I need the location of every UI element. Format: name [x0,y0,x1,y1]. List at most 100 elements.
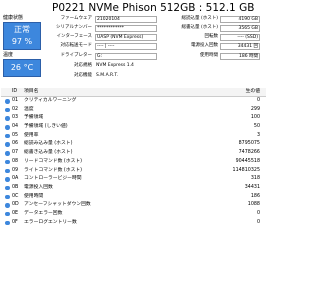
health-status-badge[interactable]: 正常 97 % [3,22,41,50]
attr-id: 0D [12,202,19,208]
attr-raw: 0 [256,210,260,216]
status-panel: 健康状態 正常 97 % 温度 26 °C [3,15,43,77]
serial-label: シリアルナンバー [56,25,92,30]
attr-name: 総書き込み量 (ホスト) [24,150,73,156]
table-row[interactable]: 08 リードコマンド数 (ホスト) 90445518 [1,158,266,167]
table-row[interactable]: 05 使用率 3 [1,132,266,141]
host-writes-label: 総書込量 (ホスト) [181,25,218,30]
table-row[interactable]: 0C 使用時間 186 [1,193,266,202]
table-row[interactable]: 07 総書き込み量 (ホスト) 7478266 [1,149,266,158]
health-percent: 97 % [11,37,33,46]
power-on-hours-label: 使用時間 [200,53,218,58]
serial-value: ************ [95,25,157,32]
attr-name: コントローラービジー時間 [24,176,82,182]
status-dot-icon [5,211,10,217]
interface-label: インターフェース [56,34,92,39]
drive-title: P0221 NVMe Phison 512GB : 512.1 GB [52,2,255,14]
power-on-hours-value: 186 時間 [220,53,260,60]
attr-id: 0E [12,210,19,216]
status-dot-icon [5,142,10,147]
attr-name: エラーログエントリー数 [24,219,77,225]
attr-id: 0B [12,184,19,190]
status-dot-icon [5,151,10,156]
table-row[interactable]: 0A コントローラービジー時間 318 [1,175,266,184]
attr-raw: 7478266 [238,150,260,156]
attr-name: 使用時間 [24,193,44,199]
table-row[interactable]: 0E データエラー回数 0 [1,210,266,219]
status-dot-icon [5,185,10,191]
attr-id: 0C [12,193,19,199]
attr-id: 0F [12,219,18,225]
health-value: 正常 [14,25,30,34]
table-row[interactable]: 03 予備領域 100 [1,114,266,123]
attr-id: 04 [12,124,19,130]
table-row[interactable]: 04 予備領域 (しきい値) 50 [1,123,266,132]
rotation-value: ---- (SSD) [220,34,260,41]
table-row[interactable]: 0D アンセーフシャットダウン回数 1088 [1,201,266,210]
attr-raw: 114810325 [232,167,260,173]
power-on-count-label: 電源投入回数 [191,43,218,48]
transfer-mode-label: 対応転送モード [60,43,93,48]
status-dot-icon [5,203,10,208]
table-row[interactable]: 0F エラーログエントリー数 0 [1,219,266,228]
table-row[interactable]: 01 クリティカルワーニング 0 [1,97,266,106]
attr-name: 電源投入回数 [24,184,53,190]
attr-name: 予備領域 (しきい値) [24,124,68,130]
table-row[interactable]: 09 ライトコマンド数 (ホスト) 114810325 [1,167,266,176]
status-dot-icon [5,99,10,104]
header-raw[interactable]: 生の値 [246,89,260,95]
attr-raw: 0 [256,98,260,103]
attr-raw: 299 [250,106,260,112]
drive-letter-value: G: [95,53,157,60]
health-label: 健康状態 [3,15,24,21]
table-row[interactable]: 06 総読み込み量 (ホスト) 8795075 [1,140,266,149]
attr-name: クリティカルワーニング [24,98,77,103]
attr-raw: 8795075 [238,141,260,147]
attr-raw: 3 [256,132,260,138]
table-header: ID 項目名 生の値 [1,88,266,97]
attr-name: 予備領域 [24,115,44,121]
attr-id: 07 [12,150,19,156]
status-dot-icon [5,220,10,226]
attr-id: 09 [12,167,19,173]
attr-id: 0A [12,176,19,182]
attr-name: リードコマンド数 (ホスト) [24,158,83,164]
attr-name: アンセーフシャットダウン回数 [24,202,91,208]
host-reads-value: 4190 GB [220,16,260,23]
table-row[interactable]: 0B 電源投入回数 34431 [1,184,266,193]
header-name[interactable]: 項目名 [24,89,38,95]
status-dot-icon [5,107,10,113]
table-body: 01 クリティカルワーニング 0 02 温度 299 03 予備領域 100 04 予備領域 (しき… [1,97,266,227]
firmware-label: ファームウェア [60,16,92,21]
status-dot-icon [5,159,10,165]
attr-id: 05 [12,132,19,138]
attr-raw: 1088 [247,202,260,208]
attr-raw: 50 [253,124,260,130]
attr-id: 06 [12,141,19,147]
status-dot-icon [5,116,10,121]
host-reads-label: 総読込量 (ホスト) [181,16,218,21]
attr-name: データエラー回数 [24,210,63,216]
attr-raw: 0 [256,219,260,225]
attr-raw: 100 [250,115,260,121]
status-dot-icon [5,125,10,130]
attr-name: 総読み込み量 (ホスト) [24,141,73,147]
status-dot-icon [5,177,10,182]
drive-letter-label: ドライブレター [60,53,93,58]
temp-label: 温度 [3,52,14,58]
attr-id: 01 [12,98,19,103]
header-id[interactable]: ID [12,89,17,95]
attr-name: 温度 [24,106,34,112]
attr-id: 08 [12,158,19,164]
temperature-badge[interactable]: 26 °C [3,59,41,77]
status-dot-icon [5,133,10,139]
smart-table[interactable]: ID 項目名 生の値 01 クリティカルワーニング 0 02 温度 299 03 予備領域 10… [1,88,266,227]
attr-raw: 34431 [244,184,260,190]
status-dot-icon [5,168,10,173]
attr-raw: 90445518 [235,158,260,164]
table-row[interactable]: 02 温度 299 [1,106,266,115]
attr-raw: 186 [250,193,260,199]
host-writes-value: 3565 GB [220,25,260,32]
standard-label: 対応規格 [74,63,92,68]
standard-value: NVM Express 1.4 [96,63,134,68]
